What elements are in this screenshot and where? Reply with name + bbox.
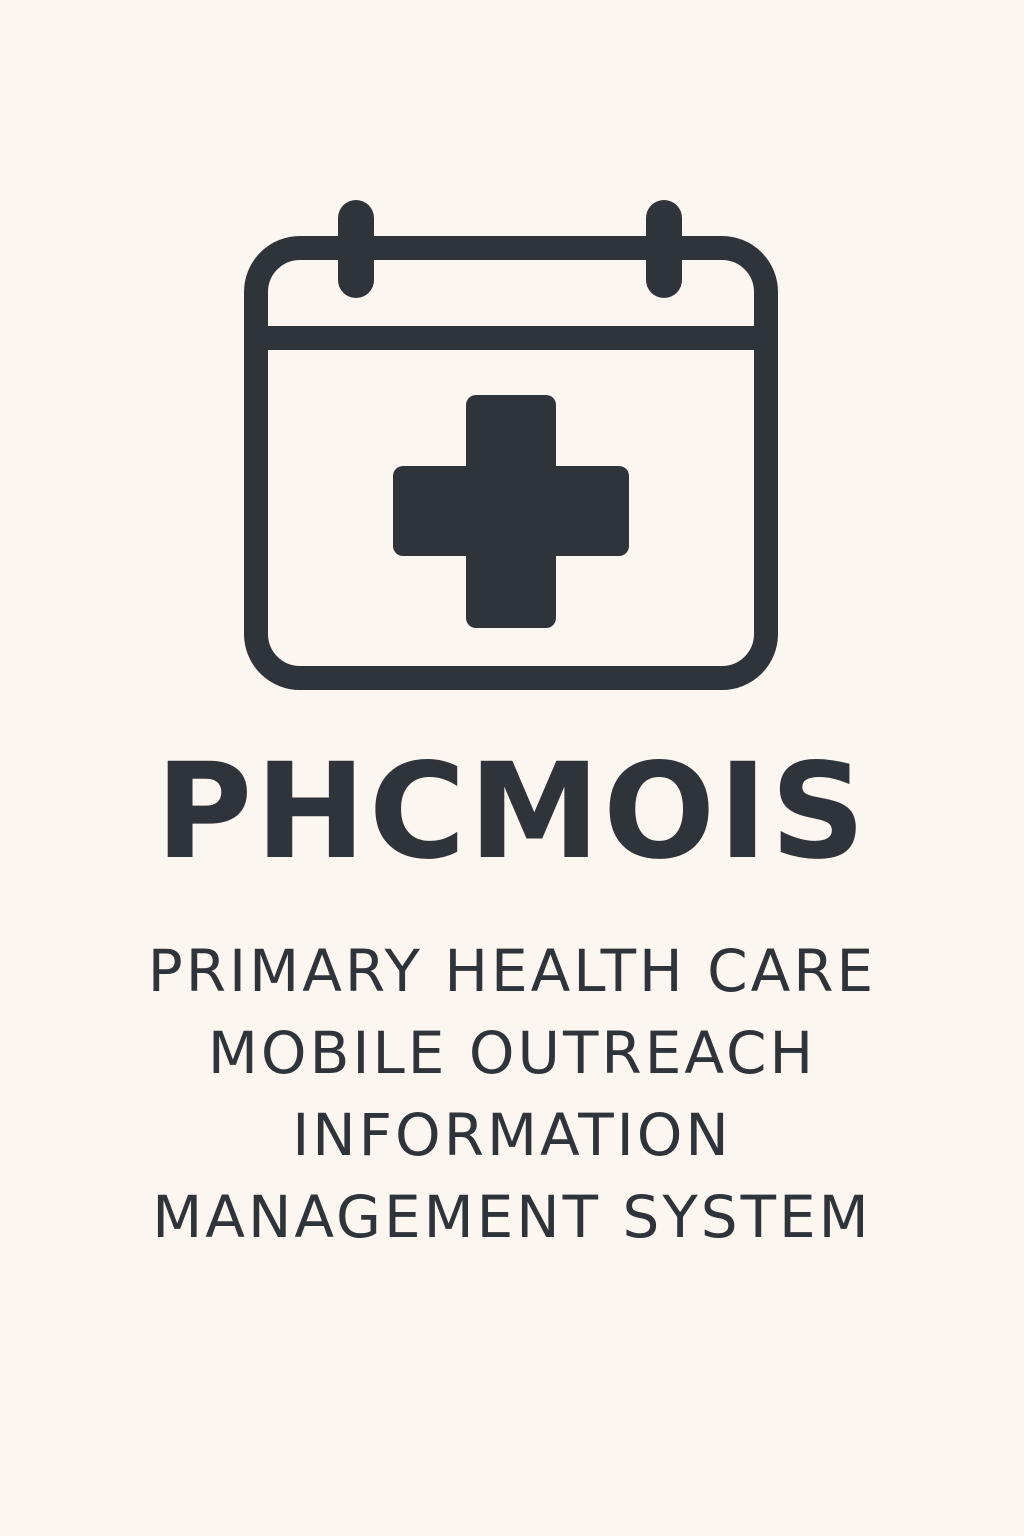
cross-horizontal <box>393 466 629 556</box>
subtitle-line-1: PRIMARY HEALTH CARE <box>147 937 877 1005</box>
subtitle-line-3: INFORMATION <box>292 1101 732 1169</box>
calendar-medical-cross-icon <box>244 200 778 690</box>
calendar-ring-right <box>646 200 682 298</box>
subtitle-line-2: MOBILE OUTREACH <box>207 1019 817 1087</box>
app-logo <box>0 0 1024 720</box>
calendar-ring-left <box>338 200 374 298</box>
subtitle-line-4: MANAGEMENT SYSTEM <box>152 1183 872 1251</box>
app-subtitle: PRIMARY HEALTH CARE MOBILE OUTREACH INFO… <box>0 930 1024 1258</box>
app-title: PHCMOIS <box>155 735 869 889</box>
